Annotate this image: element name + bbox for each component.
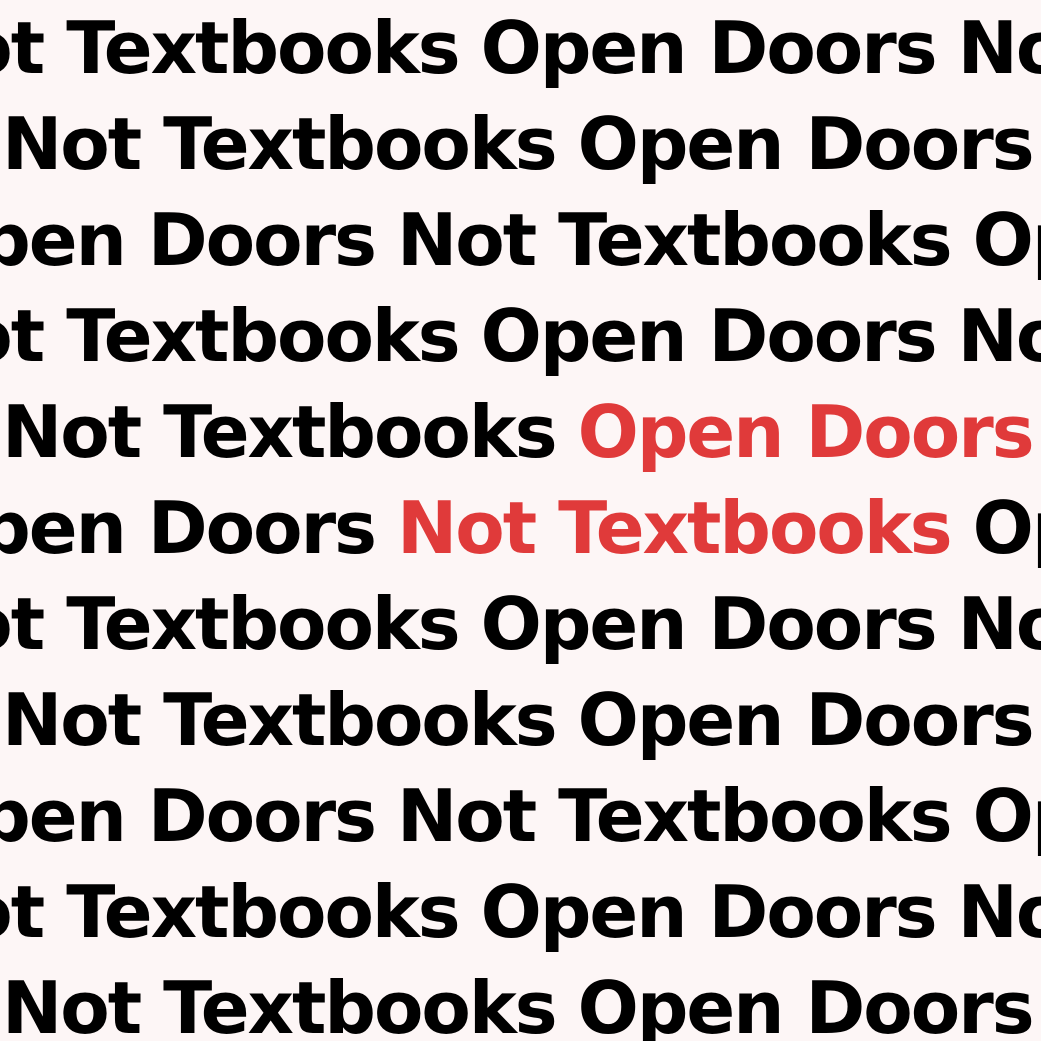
phrase-open-doors: Open Doors [972, 198, 1041, 282]
pattern-row-7: Not TextbooksOpen DoorsNot TextbooksOpen… [0, 576, 1041, 672]
phrase-not-textbooks: Not Textbooks [1, 678, 558, 762]
phrase-open-doors: Open Doors [577, 678, 1035, 762]
phrase-open-doors: Open Doors [480, 582, 938, 666]
phrase-open-doors: Open Doors [480, 6, 938, 90]
highlighted-not-textbooks: Not Textbooks [396, 486, 953, 570]
pattern-row-11: Open DoorsNot TextbooksOpen DoorsNot Tex… [0, 960, 1041, 1041]
phrase-not-textbooks: Not Textbooks [957, 582, 1041, 666]
phrase-not-textbooks: Not Textbooks [1, 966, 558, 1041]
phrase-open-doors: Open Doors [480, 870, 938, 954]
pattern-row-2: Open DoorsNot TextbooksOpen DoorsNot Tex… [0, 96, 1041, 192]
pattern-row-6: Open DoorsNot TextbooksOpen DoorsNot Tex… [0, 480, 1041, 576]
phrase-not-textbooks: Not Textbooks [957, 6, 1041, 90]
phrase-not-textbooks: Not Textbooks [1, 102, 558, 186]
pattern-row-5: Open DoorsNot TextbooksOpen DoorsNot Tex… [0, 384, 1041, 480]
pattern-row-4: Not TextbooksOpen DoorsNot TextbooksOpen… [0, 288, 1041, 384]
highlighted-open-doors: Open Doors [577, 390, 1035, 474]
phrase-open-doors: Open Doors [972, 774, 1041, 858]
phrase-not-textbooks: Not Textbooks [396, 774, 953, 858]
phrase-pattern: Not TextbooksOpen DoorsNot TextbooksOpen… [0, 0, 1041, 1041]
phrase-not-textbooks: Not Textbooks [396, 198, 953, 282]
pattern-row-8: Open DoorsNot TextbooksOpen DoorsNot Tex… [0, 672, 1041, 768]
phrase-not-textbooks: Not Textbooks [957, 870, 1041, 954]
pattern-row-9: Open DoorsNot TextbooksOpen DoorsNot Tex… [0, 768, 1041, 864]
pattern-row-1: Not TextbooksOpen DoorsNot TextbooksOpen… [0, 0, 1041, 96]
phrase-open-doors: Open Doors [480, 294, 938, 378]
phrase-open-doors: Open Doors [972, 486, 1041, 570]
pattern-row-3: Open DoorsNot TextbooksOpen DoorsNot Tex… [0, 192, 1041, 288]
phrase-not-textbooks: Not Textbooks [0, 582, 461, 666]
phrase-open-doors: Open Doors [0, 486, 377, 570]
pattern-row-10: Not TextbooksOpen DoorsNot TextbooksOpen… [0, 864, 1041, 960]
phrase-not-textbooks: Not Textbooks [1, 390, 558, 474]
phrase-open-doors: Open Doors [0, 774, 377, 858]
phrase-not-textbooks: Not Textbooks [0, 294, 461, 378]
phrase-open-doors: Open Doors [0, 198, 377, 282]
phrase-open-doors: Open Doors [577, 102, 1035, 186]
phrase-not-textbooks: Not Textbooks [0, 6, 461, 90]
phrase-not-textbooks: Not Textbooks [957, 294, 1041, 378]
phrase-not-textbooks: Not Textbooks [0, 870, 461, 954]
phrase-open-doors: Open Doors [577, 966, 1035, 1041]
